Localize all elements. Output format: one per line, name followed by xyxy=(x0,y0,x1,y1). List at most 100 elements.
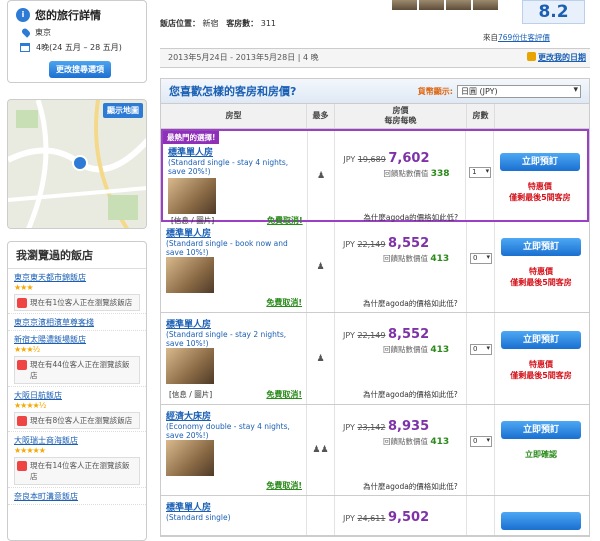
recently-viewed-title: 我瀏覽過的飯店 xyxy=(8,242,146,269)
address-label: 飯店位置： xyxy=(160,19,200,28)
arrow-up-icon xyxy=(527,52,536,61)
recent-hotel-item: 奈良本町溝意飯店 xyxy=(8,488,146,505)
price-line: JPY 23,142 8,935 xyxy=(343,419,429,434)
viewing-notice: 現在有1位客人正在瀏覽該飯店 xyxy=(14,294,140,311)
col-price-bottom: 每房每晚 xyxy=(384,116,417,125)
hotel-thumbnail[interactable] xyxy=(473,0,498,10)
free-cancel-link[interactable]: 免費取消! xyxy=(266,480,302,491)
book-cell: 立即預訂 特惠價 僅剩最後5間客房 xyxy=(494,131,587,220)
viewing-notice: 現在有8位客人正在瀏覽該飯店 xyxy=(14,412,140,429)
recent-hotel-link[interactable]: 東京京濱相濱草尊客棧 xyxy=(14,317,140,328)
room-qty-select[interactable]: 0 xyxy=(470,344,492,355)
points-line: 回饋點數價值 413 xyxy=(383,344,449,355)
room-row: 標準單人房 (Standard single) JPY 24,611 9,502 xyxy=(161,496,589,536)
recent-hotel-link[interactable]: 新宿太陽濃飯場飯店 xyxy=(14,334,140,345)
room-photo[interactable] xyxy=(166,440,214,476)
points-line: 回饋點數價值 413 xyxy=(383,253,449,264)
old-price: 24,611 xyxy=(357,514,386,523)
room-cell: 標準單人房 (Standard single) xyxy=(161,496,307,535)
room-photo[interactable] xyxy=(166,348,214,384)
viewing-notice-text: 現在有44位客人正在瀏覽該飯店 xyxy=(30,360,130,380)
room-desc: (Standard single) xyxy=(166,513,231,522)
recent-hotel-item: 東京東天都市錦飯店 ★★★ 現在有1位客人正在瀏覽該飯店 xyxy=(8,269,146,314)
trip-dates: 4晚(24 五月 – 28 五月) xyxy=(36,43,122,52)
col-room: 房型 xyxy=(161,104,307,128)
qty-cell xyxy=(467,496,495,535)
currency-code: JPY xyxy=(343,155,356,164)
room-name-link[interactable]: 經濟大床房 xyxy=(161,405,306,422)
room-table-header: 房型 最多 房價 每房每晚 房數 xyxy=(161,103,589,129)
new-price: 8,935 xyxy=(388,419,430,434)
room-qty-select[interactable]: 0 xyxy=(470,253,492,264)
deal-label: 特惠價 xyxy=(529,360,553,369)
hotel-thumbnail[interactable] xyxy=(446,0,471,10)
room-info-link[interactable]: [信息 / 圖片] xyxy=(169,389,212,400)
room-cell: 標準單人房 (Standard single - stay 2 nights, … xyxy=(161,313,307,404)
calendar-icon xyxy=(20,43,30,52)
currency-label: 貨幣顯示: xyxy=(417,86,453,96)
person-icon: ♟ xyxy=(316,353,325,364)
price-cell: JPY 19,689 7,602 回饋點數價值 338 為什麼agoda的價格如… xyxy=(335,131,467,222)
qty-cell: 0 xyxy=(467,222,495,312)
trip-details-title: 您的旅行詳情 xyxy=(35,9,101,22)
change-search-button[interactable]: 更改搜尋選項 xyxy=(49,61,111,78)
hotel-thumbnail[interactable] xyxy=(392,0,417,10)
room-row: 經濟大床房 (Economy double - stay 4 nights, s… xyxy=(161,405,589,496)
show-map-button[interactable]: 顯示地圖 xyxy=(103,103,143,118)
eye-icon xyxy=(17,298,27,308)
recent-hotel-link[interactable]: 東京東天都市錦飯店 xyxy=(14,272,140,283)
room-name-link[interactable]: 標準單人房 xyxy=(161,222,306,239)
book-now-button[interactable]: 立即預訂 xyxy=(499,153,580,171)
free-cancel-link[interactable]: 免費取消! xyxy=(266,389,302,400)
why-cheap-link[interactable]: 為什麼agoda的價格如此低? xyxy=(363,481,458,492)
viewing-notice-text: 現在有1位客人正在瀏覽該飯店 xyxy=(30,298,133,307)
why-cheap-link[interactable]: 為什麼agoda的價格如此低? xyxy=(363,298,458,309)
currency-select[interactable]: 日圓 (JPY) xyxy=(457,84,581,98)
hotel-thumbnail[interactable] xyxy=(419,0,444,10)
points-label: 回饋點數價值 xyxy=(383,169,429,178)
price-cell: JPY 22,149 8,552 回饋點數價值 413 為什麼agoda的價格如… xyxy=(335,313,467,404)
recent-hotel-item: 新宿太陽濃飯場飯店 ★★★½ 現在有44位客人正在瀏覽該飯店 xyxy=(8,331,146,387)
person-icon: ♟ xyxy=(316,170,326,181)
review-score: 8.2 xyxy=(522,0,585,24)
eye-icon xyxy=(17,461,27,471)
viewing-notice: 現在有44位客人正在瀏覽該飯店 xyxy=(14,356,140,384)
col-qty: 房數 xyxy=(467,104,495,128)
old-price: 22,149 xyxy=(357,240,386,249)
map-preview[interactable]: 顯示地圖 xyxy=(7,99,147,229)
room-qty-select[interactable]: 0 xyxy=(470,436,492,447)
book-now-button[interactable] xyxy=(501,512,581,530)
book-now-button[interactable]: 立即預訂 xyxy=(501,238,581,256)
old-price: 19,689 xyxy=(357,155,386,164)
change-dates-link[interactable]: 更改我的日期 xyxy=(527,49,586,67)
review-count-link[interactable]: 769份住客評價 xyxy=(498,33,550,42)
viewing-notice-text: 現在有14位客人正在瀏覽該飯店 xyxy=(30,461,130,481)
room-desc: (Standard single - stay 2 nights, save 1… xyxy=(166,330,287,348)
price-cell: JPY 23,142 8,935 回饋點數價值 413 為什麼agoda的價格如… xyxy=(335,405,467,495)
eye-icon xyxy=(17,360,27,370)
book-now-button[interactable]: 立即預訂 xyxy=(501,331,581,349)
trip-city: 東京 xyxy=(35,28,51,37)
why-cheap-link[interactable]: 為什麼agoda的價格如此低? xyxy=(363,389,458,400)
room-row: 標準單人房 (Standard single - book now and sa… xyxy=(161,222,589,313)
room-selection-panel: 您喜歡怎樣的客房和房價? 貨幣顯示: 日圓 (JPY) 房型 最多 房價 每房每… xyxy=(160,78,590,537)
room-qty-select[interactable]: 1 xyxy=(469,167,492,178)
price-cell: JPY 24,611 9,502 xyxy=(335,496,467,535)
points-label: 回饋點數價值 xyxy=(383,345,428,354)
room-photo[interactable] xyxy=(168,178,216,214)
room-name-link[interactable]: 標準單人房 xyxy=(161,496,306,513)
room-cell: 經濟大床房 (Economy double - stay 4 nights, s… xyxy=(161,405,307,495)
recent-hotel-link[interactable]: 大阪日航飯店 xyxy=(14,390,140,401)
person-icon: ♟ xyxy=(316,262,325,272)
col-price: 房價 每房每晚 xyxy=(335,104,467,128)
recent-hotel-link[interactable]: 奈良本町溝意飯店 xyxy=(14,491,140,502)
new-price: 8,552 xyxy=(388,236,430,251)
free-cancel-link[interactable]: 免費取消! xyxy=(266,297,302,308)
room-name-link[interactable]: 標準單人房 xyxy=(161,313,306,330)
recent-hotel-link[interactable]: 大阪瑞士商海飯店 xyxy=(14,435,140,446)
old-price: 23,142 xyxy=(357,423,386,432)
book-now-button[interactable]: 立即預訂 xyxy=(501,421,581,439)
room-photo[interactable] xyxy=(166,257,214,293)
max-cell: ♟ xyxy=(308,131,336,220)
old-price: 22,149 xyxy=(357,331,386,340)
